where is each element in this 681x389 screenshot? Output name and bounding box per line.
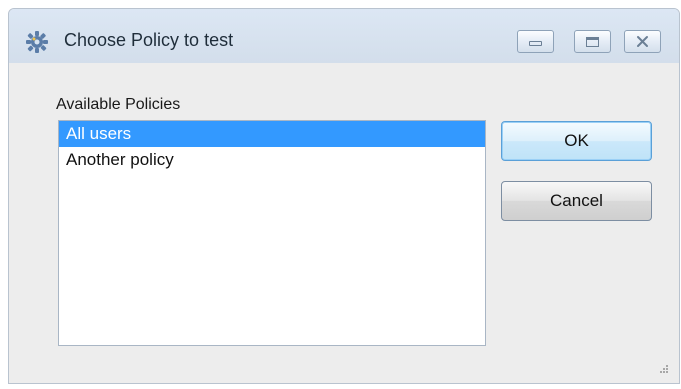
- resize-grip-icon[interactable]: [659, 364, 669, 374]
- choose-policy-dialog: Choose Policy to test Available Policies…: [8, 8, 680, 384]
- policy-item-all-users[interactable]: All users: [59, 121, 485, 147]
- minimize-button[interactable]: [517, 30, 554, 53]
- maximize-icon: [586, 36, 599, 47]
- title-bar[interactable]: Choose Policy to test: [9, 9, 679, 63]
- cancel-button[interactable]: Cancel: [501, 181, 652, 221]
- available-policies-label: Available Policies: [56, 96, 181, 113]
- close-icon: [637, 36, 648, 47]
- policy-item-another-policy[interactable]: Another policy: [59, 147, 485, 173]
- maximize-button[interactable]: [574, 30, 611, 53]
- minimize-icon: [529, 41, 542, 46]
- policies-listbox[interactable]: All users Another policy: [58, 120, 486, 346]
- dialog-content: Available Policies All users Another pol…: [9, 63, 679, 383]
- close-button[interactable]: [624, 30, 661, 53]
- window-title: Choose Policy to test: [64, 30, 234, 50]
- ok-button[interactable]: OK: [501, 121, 652, 161]
- gear-icon: [25, 30, 49, 54]
